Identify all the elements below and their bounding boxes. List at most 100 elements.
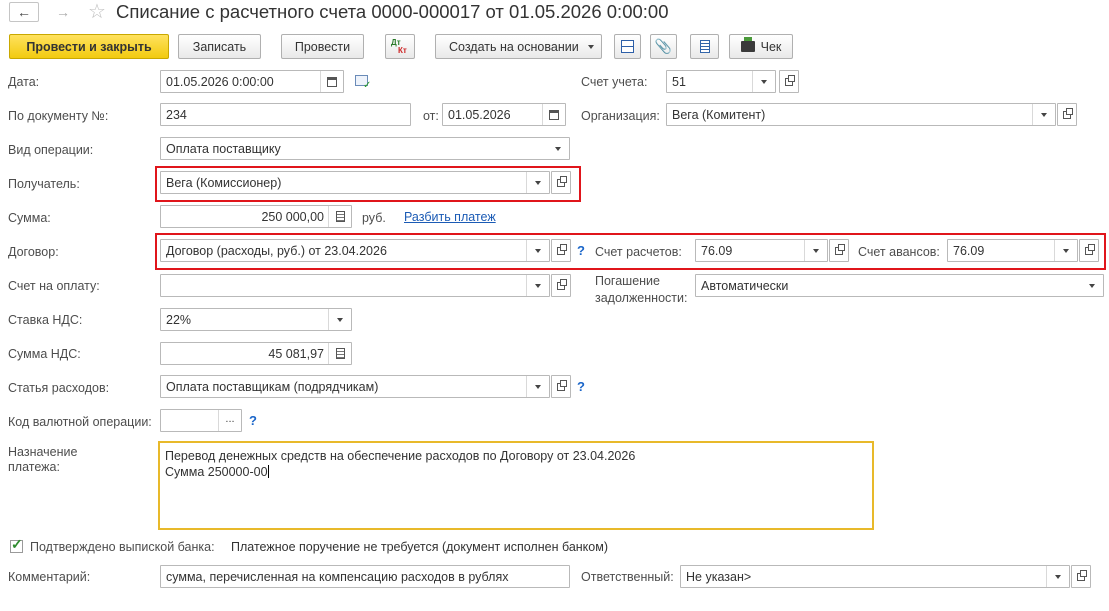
hierarchy-icon bbox=[621, 40, 634, 53]
vat-rate-select[interactable]: 22% bbox=[160, 308, 352, 331]
open-icon bbox=[785, 74, 795, 86]
debt-dropdown-button[interactable] bbox=[1081, 275, 1103, 296]
org-select[interactable]: Вега (Комитент) bbox=[666, 103, 1056, 126]
org-open-button[interactable] bbox=[1057, 103, 1077, 126]
settle-account-value: 76.09 bbox=[701, 244, 733, 258]
open-icon bbox=[1063, 107, 1073, 119]
optype-select[interactable]: Оплата поставщику bbox=[160, 137, 570, 160]
vat-rate-value: 22% bbox=[166, 313, 192, 327]
debt-repayment-value: Автоматически bbox=[701, 279, 789, 293]
favorite-star-button[interactable]: ☆ bbox=[88, 0, 106, 24]
recipient-open-button[interactable] bbox=[551, 171, 571, 194]
responsible-open-button[interactable] bbox=[1071, 565, 1091, 588]
vat-rate-dropdown-button[interactable] bbox=[328, 309, 351, 330]
expense-select[interactable]: Оплата поставщикам (подрядчикам) bbox=[160, 375, 550, 398]
advance-open-button[interactable] bbox=[1079, 239, 1099, 262]
comment-label: Комментарий: bbox=[8, 570, 91, 584]
settle-dropdown-button[interactable] bbox=[804, 240, 827, 261]
invoice-dropdown-button[interactable] bbox=[526, 275, 549, 296]
debt-label-line1: Погашение bbox=[595, 274, 660, 288]
expense-help-icon[interactable]: ? bbox=[577, 379, 585, 394]
currency-op-select-button[interactable]: ... bbox=[218, 410, 241, 431]
chevron-down-icon bbox=[761, 79, 767, 84]
settle-account-select[interactable]: 76.09 bbox=[695, 239, 828, 262]
confirmed-label: Подтверждено выпиской банка: bbox=[30, 540, 215, 554]
advance-dropdown-button[interactable] bbox=[1054, 240, 1077, 261]
print-list-button[interactable] bbox=[690, 34, 719, 59]
responsible-dropdown-button[interactable] bbox=[1046, 566, 1069, 587]
structure-button[interactable] bbox=[614, 34, 641, 59]
contract-select[interactable]: Договор (расходы, руб.) от 23.04.2026 bbox=[160, 239, 550, 262]
contract-open-button[interactable] bbox=[551, 239, 571, 262]
responsible-select[interactable]: Не указан> bbox=[680, 565, 1070, 588]
sum-field[interactable]: 250 000,00 bbox=[160, 205, 352, 228]
org-dropdown-button[interactable] bbox=[1032, 104, 1055, 125]
currency-op-field[interactable]: ... bbox=[160, 409, 242, 432]
docnum-field[interactable]: 234 bbox=[160, 103, 411, 126]
recipient-select[interactable]: Вега (Комиссионер) bbox=[160, 171, 550, 194]
arrow-left-icon: ← bbox=[17, 4, 31, 20]
open-icon bbox=[1085, 243, 1095, 255]
contract-dropdown-button[interactable] bbox=[526, 240, 549, 261]
advance-account-label: Счет авансов: bbox=[858, 245, 940, 259]
create-based-on-button[interactable]: Создать на основании bbox=[435, 34, 602, 59]
dt-kt-button[interactable]: Дт Кт bbox=[385, 34, 415, 59]
vat-rate-label: Ставка НДС: bbox=[8, 313, 83, 327]
post-and-close-label: Провести и закрыть bbox=[26, 39, 152, 54]
save-button[interactable]: Записать bbox=[178, 34, 261, 59]
vat-sum-field[interactable]: 45 081,97 bbox=[160, 342, 352, 365]
nav-forward-button[interactable]: → bbox=[50, 2, 76, 22]
from-date-field[interactable]: 01.05.2026 bbox=[442, 103, 566, 126]
account-open-button[interactable] bbox=[779, 70, 799, 93]
calendar-button[interactable] bbox=[542, 104, 565, 125]
nav-back-button[interactable]: ← bbox=[9, 2, 39, 22]
optype-value: Оплата поставщику bbox=[166, 142, 281, 156]
purpose-line2: Сумма 250000-00 bbox=[165, 465, 269, 479]
docnum-label: По документу №: bbox=[8, 109, 109, 123]
calculator-button[interactable] bbox=[328, 343, 351, 364]
recipient-label: Получатель: bbox=[8, 177, 80, 191]
advance-account-select[interactable]: 76.09 bbox=[947, 239, 1078, 262]
expense-open-button[interactable] bbox=[551, 375, 571, 398]
arrow-right-icon: → bbox=[56, 4, 70, 20]
settle-account-label: Счет расчетов: bbox=[595, 245, 682, 259]
calendar-button[interactable] bbox=[320, 71, 343, 92]
confirmed-checkbox[interactable]: ✓ bbox=[10, 536, 23, 553]
date-field[interactable]: 01.05.2026 0:00:00 bbox=[160, 70, 344, 93]
date-value: 01.05.2026 0:00:00 bbox=[166, 75, 274, 89]
open-icon bbox=[1077, 569, 1087, 581]
chevron-down-icon bbox=[535, 384, 541, 389]
invoice-open-button[interactable] bbox=[551, 274, 571, 297]
contract-help-icon[interactable]: ? bbox=[577, 243, 585, 258]
debt-label-line2: задолженности: bbox=[595, 291, 688, 305]
contract-label: Договор: bbox=[8, 245, 59, 259]
post-and-close-button[interactable]: Провести и закрыть bbox=[9, 34, 169, 59]
invoice-select[interactable] bbox=[160, 274, 550, 297]
comment-field[interactable]: сумма, перечисленная на компенсацию расх… bbox=[160, 565, 570, 588]
account-dropdown-button[interactable] bbox=[752, 71, 775, 92]
chevron-down-icon bbox=[588, 45, 594, 49]
expense-dropdown-button[interactable] bbox=[526, 376, 549, 397]
calculator-icon bbox=[335, 348, 345, 359]
attach-file-button[interactable]: 📎 bbox=[650, 34, 677, 59]
currency-op-help-icon[interactable]: ? bbox=[249, 413, 257, 428]
vat-sum-value: 45 081,97 bbox=[268, 347, 324, 361]
debt-repayment-select[interactable]: Автоматически bbox=[695, 274, 1104, 297]
recipient-value: Вега (Комиссионер) bbox=[166, 176, 282, 190]
ellipsis-icon: ... bbox=[225, 413, 235, 425]
account-select[interactable]: 51 bbox=[666, 70, 776, 93]
split-payment-link[interactable]: Разбить платеж bbox=[404, 210, 496, 224]
comment-value: сумма, перечисленная на компенсацию расх… bbox=[166, 570, 509, 584]
docnum-value: 234 bbox=[166, 108, 187, 122]
chevron-down-icon bbox=[337, 317, 343, 322]
purpose-textarea[interactable]: Перевод денежных средств на обеспечение … bbox=[158, 441, 874, 530]
document-status-icon[interactable]: ✓ bbox=[355, 75, 371, 91]
confirmed-text: Платежное поручение не требуется (докуме… bbox=[231, 540, 608, 554]
recipient-dropdown-button[interactable] bbox=[526, 172, 549, 193]
settle-open-button[interactable] bbox=[829, 239, 849, 262]
check-button[interactable]: Чек bbox=[729, 34, 793, 59]
org-value: Вега (Комитент) bbox=[672, 108, 766, 122]
post-button[interactable]: Провести bbox=[281, 34, 364, 59]
calculator-button[interactable] bbox=[328, 206, 351, 227]
optype-dropdown-button[interactable] bbox=[547, 138, 569, 159]
